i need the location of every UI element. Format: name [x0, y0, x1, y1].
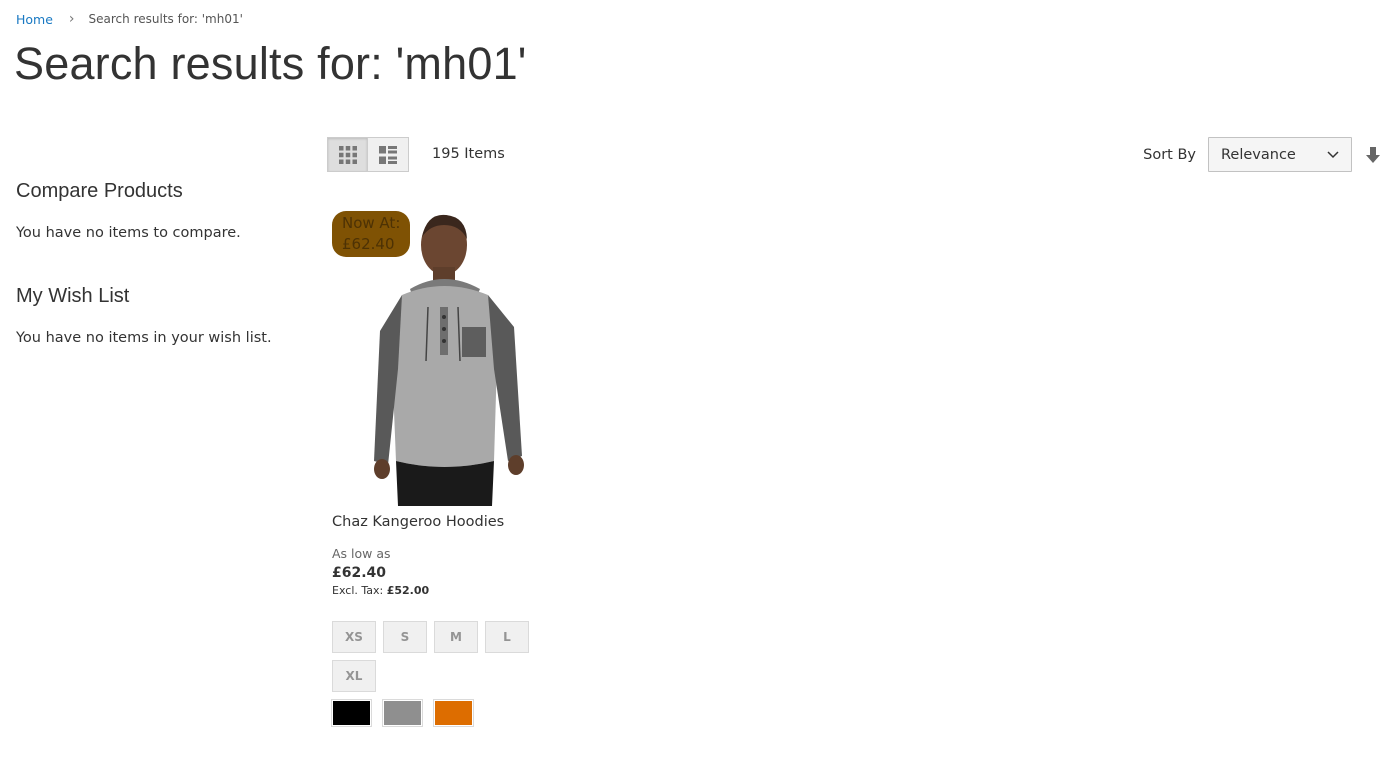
size-swatch-l[interactable]: L — [485, 621, 529, 653]
sidebar: Compare Products You have no items to co… — [16, 180, 306, 390]
wishlist-block: My Wish List You have no items in your w… — [16, 285, 306, 346]
product-price: £62.40 — [332, 565, 387, 581]
size-swatch-s[interactable]: S — [383, 621, 427, 653]
sort-by-select[interactable]: Relevance — [1208, 137, 1352, 172]
items-count: 195 Items — [432, 146, 505, 162]
compare-title: Compare Products — [16, 180, 183, 202]
product-item: Now At: £62.40 Chaz Kangeroo Hoodies As … — [331, 211, 532, 727]
color-swatch-gray[interactable] — [382, 699, 423, 727]
sort-direction-button[interactable] — [1364, 145, 1382, 165]
excl-tax-price: Excl. Tax: £52.00 — [332, 584, 532, 597]
sort-by-value: Relevance — [1221, 146, 1296, 163]
page-title: Search results for: 'mh01' — [14, 38, 527, 89]
chevron-down-icon — [1327, 150, 1339, 158]
sorter: Sort By Relevance — [1143, 137, 1382, 172]
sort-by-label: Sort By — [1143, 146, 1196, 163]
breadcrumb-separator-icon: › — [68, 11, 75, 27]
color-swatch-orange[interactable] — [433, 699, 474, 727]
excl-tax-label: Excl. Tax: — [332, 584, 384, 597]
price-label: As low as — [332, 546, 391, 561]
breadcrumb: Home › Search results for: 'mh01' — [16, 11, 243, 27]
color-swatches — [331, 699, 532, 727]
wishlist-empty-text: You have no items in your wish list. — [16, 330, 272, 346]
products-toolbar: 195 Items Sort By Relevance — [327, 137, 1382, 173]
view-modes — [327, 137, 409, 172]
excl-tax-value: £52.00 — [386, 584, 430, 597]
breadcrumb-home-link[interactable]: Home — [16, 12, 53, 27]
sale-badge-line2: £62.40 — [342, 235, 395, 253]
size-swatch-xs[interactable]: XS — [332, 621, 376, 653]
sale-badge: Now At: £62.40 — [332, 211, 410, 257]
grid-icon — [338, 145, 357, 164]
product-name-link[interactable]: Chaz Kangeroo Hoodies — [332, 514, 532, 530]
grid-mode-button[interactable] — [327, 137, 368, 172]
breadcrumb-current: Search results for: 'mh01' — [88, 12, 243, 26]
list-mode-button[interactable] — [368, 137, 409, 172]
size-swatches: XS S M L XL — [332, 621, 542, 699]
arrow-down-icon — [1366, 146, 1380, 163]
list-icon — [379, 145, 397, 164]
color-swatch-black[interactable] — [331, 699, 372, 727]
compare-empty-text: You have no items to compare. — [16, 225, 241, 241]
size-swatch-xl[interactable]: XL — [332, 660, 376, 692]
compare-block: Compare Products You have no items to co… — [16, 180, 306, 241]
wishlist-title: My Wish List — [16, 285, 130, 307]
sale-badge-line1: Now At: — [342, 214, 401, 232]
product-image-link[interactable]: Now At: £62.40 — [332, 211, 532, 506]
size-swatch-m[interactable]: M — [434, 621, 478, 653]
